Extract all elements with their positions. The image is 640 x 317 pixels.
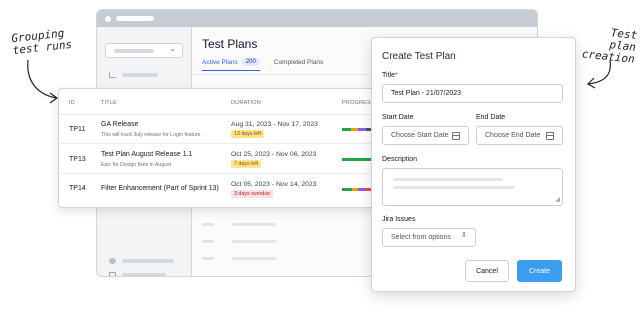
tab-label: Completed Plans bbox=[273, 59, 324, 66]
count-badge: 200 bbox=[241, 58, 260, 66]
curved-arrow-icon bbox=[587, 59, 611, 89]
create-button[interactable]: Create bbox=[517, 260, 562, 282]
start-date-label: Start Date bbox=[382, 114, 414, 121]
row-id: TP14 bbox=[69, 185, 86, 192]
create-test-plan-modal: Create Test Plan Title* Test Plan - 21/0… bbox=[371, 37, 576, 292]
resize-handle-icon[interactable]: ◢ bbox=[555, 197, 560, 203]
row-id: TP13 bbox=[69, 156, 86, 163]
placeholder-line bbox=[202, 223, 214, 226]
required-marker: * bbox=[394, 72, 398, 79]
cancel-button[interactable]: Cancel bbox=[465, 260, 509, 282]
sidebar-item[interactable] bbox=[109, 272, 166, 276]
modal-title: Create Test Plan bbox=[382, 51, 456, 62]
table-row[interactable]: TP11 GA Release This will track July rel… bbox=[59, 115, 392, 144]
status-badge: 3 days overdue bbox=[231, 190, 274, 198]
tab-active-plans[interactable]: Active Plans 200 bbox=[202, 58, 260, 71]
calendar-icon bbox=[452, 132, 460, 140]
column-header-id: ID bbox=[69, 100, 75, 106]
window-dot-icon bbox=[105, 15, 111, 22]
document-icon bbox=[109, 272, 116, 276]
table-row[interactable]: TP13 Test Plan August Release 1.1 Epic f… bbox=[59, 145, 392, 174]
column-header-title: TITLE bbox=[101, 100, 117, 106]
row-duration: Oct 05, 2023 - Nov 14, 2023 bbox=[231, 181, 317, 188]
description-textarea[interactable]: ◢ bbox=[382, 168, 563, 206]
placeholder-line bbox=[202, 240, 214, 243]
placeholder-line bbox=[232, 257, 276, 260]
column-header-progress: PROGRESS bbox=[342, 100, 375, 106]
title-input[interactable]: Test Plan - 21/07/2023 bbox=[382, 84, 563, 103]
column-header-duration: DURATION bbox=[231, 100, 261, 106]
row-title[interactable]: Filter Enhancement (Part of Sprint 13) bbox=[101, 185, 219, 192]
row-description: Epic for Design fixes in August bbox=[101, 162, 172, 168]
sidebar-item[interactable] bbox=[109, 258, 174, 264]
calendar-icon bbox=[546, 132, 554, 140]
project-select[interactable]: ⌄ bbox=[105, 43, 183, 58]
jira-issues-select[interactable]: Select from options ⇕ bbox=[382, 228, 476, 247]
placeholder-line bbox=[232, 223, 276, 226]
title-label: Title* bbox=[382, 72, 398, 79]
tab-bar: Active Plans 200 Completed Plans bbox=[202, 58, 323, 71]
chevron-down-icon: ⌄ bbox=[169, 44, 176, 53]
start-date-placeholder: Choose Start Date bbox=[391, 132, 449, 139]
status-badge: 13 days left bbox=[231, 130, 265, 138]
sidebar-item[interactable] bbox=[109, 72, 158, 78]
row-id: TP11 bbox=[69, 126, 86, 133]
row-description: This will track July release for Login f… bbox=[101, 132, 201, 138]
status-badge: 7 days left bbox=[231, 160, 262, 168]
start-date-field[interactable]: Choose Start Date bbox=[382, 126, 469, 145]
tab-completed-plans[interactable]: Completed Plans bbox=[274, 58, 324, 71]
placeholder-line bbox=[393, 186, 515, 189]
end-date-field[interactable]: Choose End Date bbox=[476, 126, 563, 145]
table-header: ID TITLE DURATION PROGRESS bbox=[59, 89, 392, 115]
placeholder-line bbox=[393, 178, 503, 181]
title-input-value: Test Plan - 21/07/2023 bbox=[391, 90, 462, 97]
gear-icon bbox=[109, 258, 116, 264]
chart-icon bbox=[109, 72, 116, 78]
end-date-placeholder: Choose End Date bbox=[485, 132, 541, 139]
placeholder-line bbox=[202, 257, 214, 260]
annotation-grouping: Grouping test runs bbox=[11, 27, 73, 57]
updown-chevron-icon: ⇕ bbox=[461, 232, 467, 239]
row-duration: Aug 31, 2023 - Nov 17, 2023 bbox=[231, 121, 318, 128]
window-titlebar bbox=[97, 10, 537, 27]
row-duration: Oct 25, 2023 - Nov 06, 2023 bbox=[231, 151, 317, 158]
end-date-label: End Date bbox=[476, 114, 506, 121]
jira-issues-label: Jira Issues bbox=[382, 216, 416, 223]
placeholder-line bbox=[232, 240, 276, 243]
page-title: Test Plans bbox=[202, 37, 258, 51]
jira-issues-placeholder: Select from options bbox=[391, 234, 451, 241]
tab-label: Active Plans bbox=[202, 58, 238, 66]
test-plans-table: ID TITLE DURATION PROGRESS TP11 GA Relea… bbox=[58, 88, 393, 208]
row-title[interactable]: GA Release bbox=[101, 121, 138, 128]
window-title-placeholder bbox=[116, 16, 154, 21]
title-label-text: Title bbox=[382, 72, 395, 79]
curved-arrow-icon bbox=[27, 59, 59, 104]
table-row[interactable]: TP14 Filter Enhancement (Part of Sprint … bbox=[59, 175, 392, 204]
row-title[interactable]: Test Plan August Release 1.1 bbox=[101, 151, 192, 158]
description-label: Description bbox=[382, 156, 418, 163]
